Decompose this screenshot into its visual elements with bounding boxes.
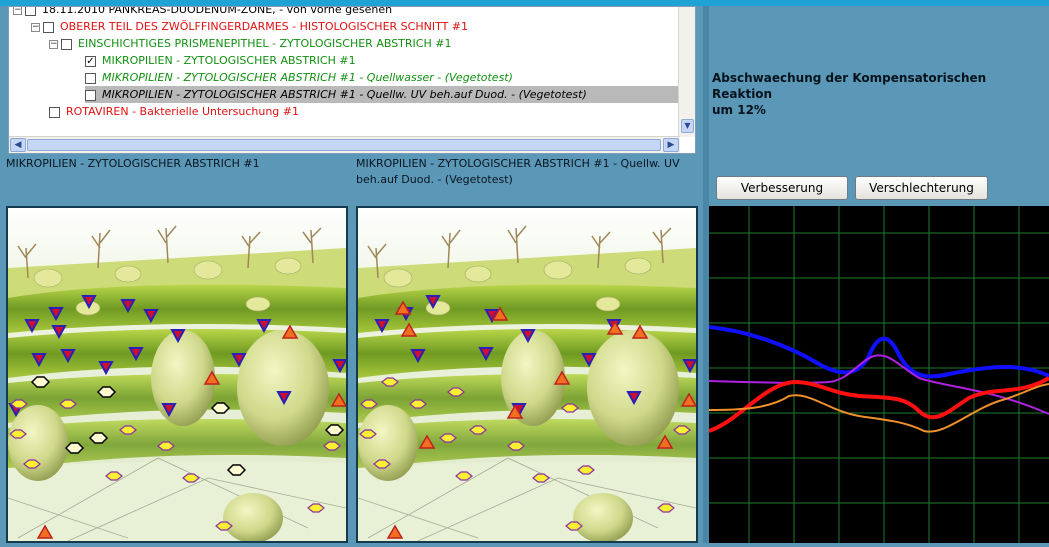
reaction-graph <box>708 206 1049 543</box>
right-image-caption-line2: beh.auf Duod. - (Vegetotest) <box>356 173 513 186</box>
collapse-icon[interactable]: − <box>49 39 58 49</box>
tree-checkbox[interactable] <box>25 7 36 16</box>
tree-item-mikropilien[interactable]: ✓ MIKROPILIEN - ZYTOLOGISCHER ABSTRICH #1 <box>85 52 356 69</box>
tree-checkbox[interactable] <box>61 38 72 50</box>
graph-series-red <box>708 376 1049 433</box>
tree-checkbox[interactable] <box>85 72 96 84</box>
tree-checkbox[interactable] <box>43 21 54 33</box>
graph-grid <box>709 206 1049 543</box>
tree-horizontal-scrollbar[interactable]: ◀ ▶ <box>9 136 680 153</box>
right-image-caption-line1: MIKROPILIEN - ZYTOLOGISCHER ABSTRICH #1 … <box>356 157 680 170</box>
graph-series-blue <box>708 325 1049 379</box>
left-image-caption: MIKROPILIEN - ZYTOLOGISCHER ABSTRICH #1 <box>6 157 260 170</box>
collapse-icon[interactable]: − <box>13 7 22 15</box>
result-message: Abschwaechung der Kompensatorischen Reak… <box>712 71 987 117</box>
tree-checkbox[interactable] <box>49 106 60 118</box>
tree-item-prismenepithel[interactable]: − EINSCHICHTIGES PRISMENEPITHEL - ZYTOLOG… <box>49 35 451 52</box>
right-microscopy-image <box>356 206 698 543</box>
scroll-down-icon[interactable]: ▼ <box>681 119 694 133</box>
tree-item-date[interactable]: −18.11.2010 PANKREAS-DUODENUM-ZONE, - vo… <box>13 7 392 18</box>
tree-vertical-scrollbar[interactable]: ▼ <box>678 7 695 137</box>
scroll-left-icon[interactable]: ◀ <box>10 138 26 152</box>
tree-item-mikropilien-uv-selected[interactable]: MIKROPILIEN - ZYTOLOGISCHER ABSTRICH #1 … <box>85 86 679 103</box>
collapse-icon[interactable]: − <box>31 22 40 32</box>
worsen-button[interactable]: Verschlechterung <box>855 176 988 200</box>
left-microscopy-image <box>6 206 348 543</box>
scroll-right-icon[interactable]: ▶ <box>663 138 679 152</box>
tree-item-mikropilien-quellwasser[interactable]: MIKROPILIEN - ZYTOLOGISCHER ABSTRICH #1 … <box>85 69 513 86</box>
tree-checkbox-checked[interactable]: ✓ <box>85 55 96 67</box>
findings-tree[interactable]: −18.11.2010 PANKREAS-DUODENUM-ZONE, - vo… <box>8 6 696 154</box>
improve-button[interactable]: Verbesserung <box>716 176 848 200</box>
tree-checkbox[interactable] <box>85 89 96 101</box>
tree-item-duodenum-section[interactable]: − OBERER TEIL DES ZWÖLFFINGERDARMES - HIS… <box>31 18 468 35</box>
horizontal-scroll-thumb[interactable] <box>27 139 661 151</box>
graph-series-purple <box>708 354 1049 415</box>
tree-item-rotaviren[interactable]: ROTAVIREN - Bakterielle Untersuchung #1 <box>49 103 299 120</box>
